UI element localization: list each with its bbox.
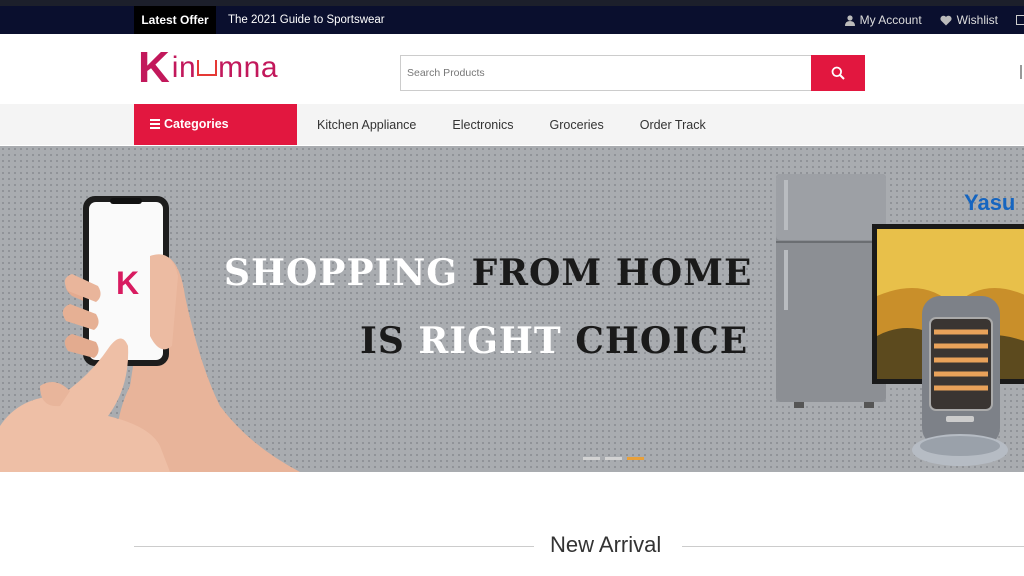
logo-text: in mna (172, 51, 278, 85)
nav-item-groceries[interactable]: Groceries (550, 118, 604, 132)
categories-button[interactable]: Categories (134, 104, 297, 145)
site-header: K in mna (0, 34, 1024, 104)
section-title: New Arrival (550, 532, 662, 557)
nav-item-kitchen-appliance[interactable]: Kitchen Appliance (317, 118, 416, 132)
slider-dot-3-active[interactable] (627, 457, 644, 460)
my-account-link[interactable]: My Account (844, 13, 922, 27)
hero-banner[interactable]: K SHOPPING FROM HOME IS RIGHT CHOICE Yas… (0, 146, 1024, 472)
headline-line-1: SHOPPING FROM HOME (224, 252, 752, 294)
categories-label: Categories (164, 117, 229, 131)
user-icon (844, 14, 855, 26)
heart-icon (940, 15, 952, 25)
tv-brand-text: Yasu (964, 190, 1015, 215)
top-bar: Latest Offer The 2021 Guide to Sportswea… (0, 6, 1024, 34)
headline-words-from-home: FROM HOME (471, 252, 753, 294)
appliances-image: Yasu (776, 174, 1024, 466)
brand-logo[interactable]: K in mna (138, 42, 278, 94)
headline-word-choice: CHOICE (575, 320, 749, 362)
search-icon (831, 66, 845, 80)
divider-left (134, 546, 534, 547)
phone-in-hand-image: K (0, 196, 301, 472)
slider-dot-1[interactable] (583, 457, 600, 460)
logo-k: K (138, 43, 170, 92)
cart-icon-partial[interactable] (1020, 65, 1024, 79)
headline-word-shopping: SHOPPING (224, 252, 459, 294)
slider-dot-2[interactable] (605, 457, 622, 460)
slider-dots (583, 457, 644, 460)
nav-items: Kitchen Appliance Electronics Groceries … (317, 104, 706, 145)
wishlist-link[interactable]: Wishlist (940, 13, 998, 27)
search-button[interactable] (811, 55, 865, 91)
account-links: My Account Wishlist (844, 6, 1024, 34)
nav-item-electronics[interactable]: Electronics (452, 118, 513, 132)
logo-text-a: in (171, 51, 197, 84)
wishlist-label: Wishlist (956, 13, 998, 27)
headline-line-2: IS RIGHT CHOICE (360, 320, 748, 362)
latest-offer-tag: Latest Offer (134, 6, 216, 34)
headline-word-is: IS (360, 320, 405, 362)
offer-text[interactable]: The 2021 Guide to Sportswear (228, 6, 385, 34)
logo-text-b: mna (218, 51, 278, 84)
divider-right (682, 546, 1024, 547)
menu-icon (150, 117, 160, 131)
headline-word-right: RIGHT (418, 320, 562, 362)
my-account-label: My Account (859, 13, 922, 27)
nav-item-order-track[interactable]: Order Track (640, 118, 706, 132)
new-arrival-section-header: New Arrival (134, 532, 1024, 562)
search-bar (400, 55, 865, 91)
cart-icon (197, 60, 218, 77)
main-nav: Categories Kitchen Appliance Electronics… (0, 104, 1024, 145)
search-input[interactable] (400, 55, 811, 91)
cropped-icon (1016, 15, 1024, 25)
phone-app-letter: K (116, 265, 139, 301)
